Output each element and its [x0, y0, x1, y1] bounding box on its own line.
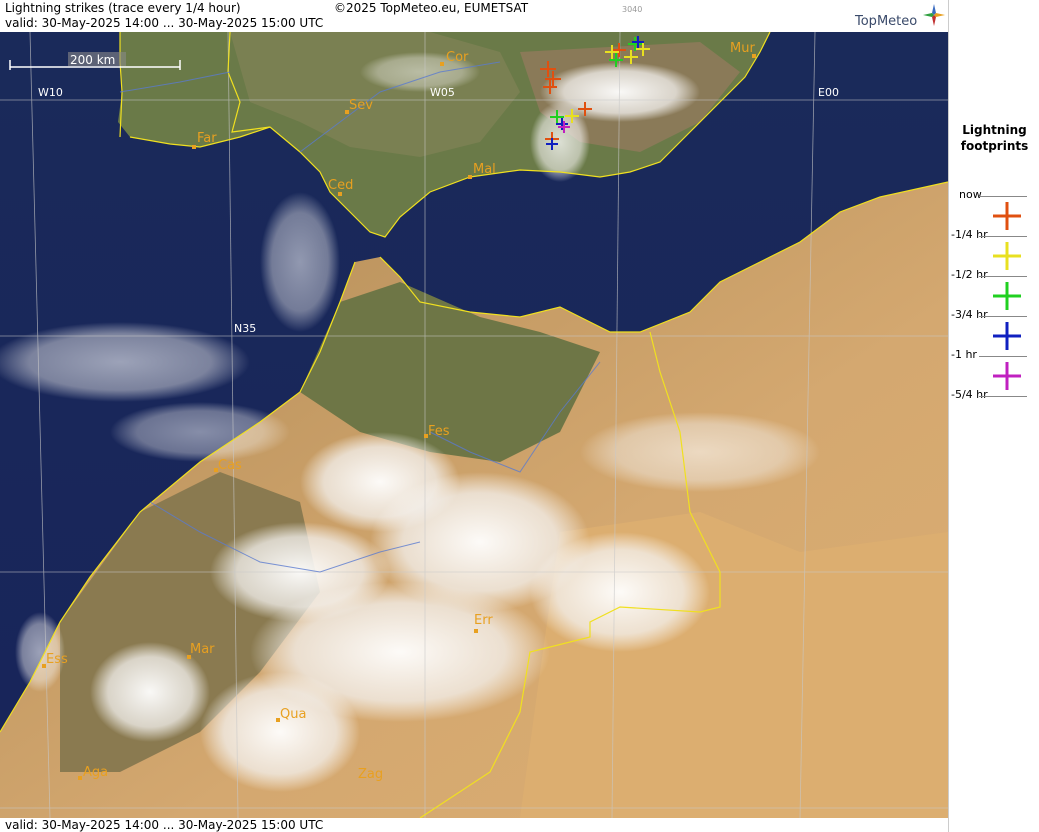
legend-label-hour: -1 hr: [951, 348, 977, 361]
footer: valid: 30-May-2025 14:00 ... 30-May-2025…: [0, 818, 948, 832]
city-aga: Aga: [83, 765, 108, 780]
grid-label-w10: W10: [38, 86, 63, 99]
logo-text: TopMeteo: [855, 14, 918, 29]
city-mar: Mar: [190, 642, 215, 657]
city-mur: Mur: [730, 41, 755, 56]
marker-icon-hour: [993, 362, 1021, 390]
image-code: 3040: [622, 5, 643, 14]
scale-label: 200 km: [70, 53, 115, 67]
city-cas: Cas: [218, 458, 242, 473]
topmeteo-logo: TopMeteo: [855, 4, 945, 32]
legend-label-quarter: -1/4 hr: [951, 228, 988, 241]
grid-label-e00: E00: [818, 86, 839, 99]
legend-label-half: -1/2 hr: [951, 268, 988, 281]
city-cor: Cor: [446, 50, 469, 65]
city-mal: Mal: [473, 162, 496, 177]
copyright: ©2025 TopMeteo.eu, EUMETSAT: [334, 1, 529, 15]
legend-panel: Lightning footprints now -1/4 hr -1/2 hr…: [948, 0, 1039, 832]
city-ess: Ess: [46, 652, 68, 667]
legend-label-now: now: [959, 188, 982, 201]
satellite-map: 200 km W10 W05 E00 N35 Cor Mur Sev Far M…: [0, 32, 948, 818]
marker-icon-half: [993, 282, 1021, 310]
legend-divider: [979, 196, 1027, 197]
marker-icon-three-quarter: [993, 322, 1021, 350]
marker-icon-quarter: [993, 242, 1021, 270]
city-far: Far: [197, 131, 217, 146]
compass-star-icon: [923, 4, 945, 26]
footer-valid-time: valid: 30-May-2025 14:00 ... 30-May-2025…: [5, 818, 324, 832]
city-fes: Fes: [428, 424, 450, 439]
city-qua: Qua: [280, 707, 306, 722]
header: Lightning strikes (trace every 1/4 hour)…: [0, 0, 948, 32]
legend-label-five-quarter: -5/4 hr: [951, 388, 988, 401]
grid-label-n35: N35: [234, 322, 256, 335]
valid-time: valid: 30-May-2025 14:00 ... 30-May-2025…: [5, 16, 324, 30]
city-err: Err: [474, 613, 493, 628]
legend-title-line2: footprints: [960, 139, 1029, 153]
legend-markers: [993, 202, 1021, 390]
city-sev: Sev: [349, 98, 373, 113]
legend-title-line1: Lightning: [962, 123, 1027, 137]
city-ced: Ced: [328, 178, 353, 193]
city-zag: Zag: [358, 767, 383, 782]
grid-label-w05: W05: [430, 86, 455, 99]
marker-icon-now: [993, 202, 1021, 230]
legend-label-three-quarter: -3/4 hr: [951, 308, 988, 321]
map-title: Lightning strikes (trace every 1/4 hour): [5, 1, 241, 15]
